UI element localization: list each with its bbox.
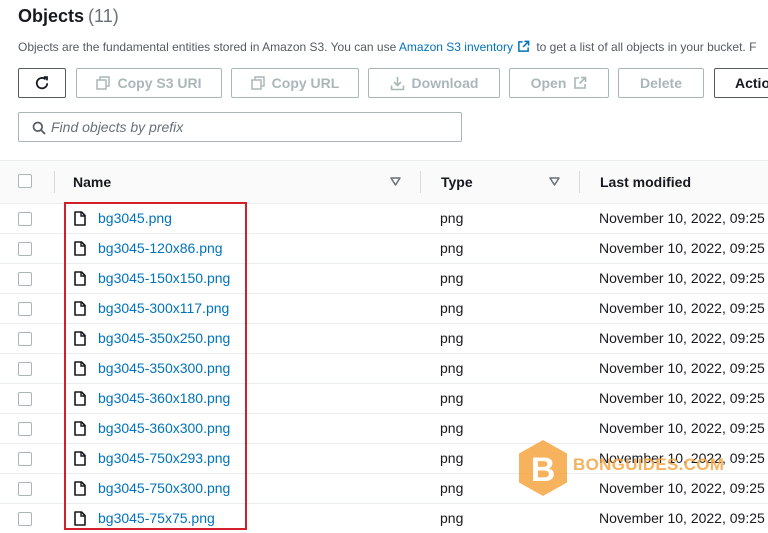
s3-inventory-link[interactable]: Amazon S3 inventory (399, 40, 513, 54)
objects-toolbar: Copy S3 URI Copy URL Download Open Delet… (18, 68, 768, 98)
open-label: Open (530, 75, 567, 91)
sort-caret-icon[interactable] (549, 177, 560, 186)
row-checkbox[interactable] (18, 272, 32, 286)
object-type: png (440, 390, 464, 406)
column-divider (54, 171, 55, 193)
copy-s3-uri-button[interactable]: Copy S3 URI (76, 68, 222, 98)
object-last-modified: November 10, 2022, 09:25 (599, 480, 765, 496)
refresh-icon (35, 76, 49, 90)
actions-label: Actio (735, 75, 768, 91)
object-type: png (440, 420, 464, 436)
copy-s3-uri-label: Copy S3 URI (117, 75, 202, 91)
logo-letter: B (531, 451, 556, 489)
object-last-modified: November 10, 2022, 09:25 (599, 270, 765, 286)
copy-icon (96, 76, 111, 90)
object-type: png (440, 480, 464, 496)
table-header: Name Type Last modified (0, 160, 768, 204)
row-checkbox[interactable] (18, 212, 32, 226)
object-last-modified: November 10, 2022, 09:25 (599, 390, 765, 406)
search-input[interactable] (51, 113, 451, 141)
description-text-end: to get a list of all objects in your buc… (532, 40, 757, 54)
copy-url-label: Copy URL (271, 75, 340, 91)
external-link-icon (574, 76, 587, 89)
search-icon (32, 121, 46, 135)
download-label: Download (411, 75, 479, 91)
object-type: png (440, 210, 464, 226)
delete-label: Delete (639, 75, 683, 91)
bonguides-logo-icon: B (519, 440, 567, 496)
download-icon (390, 76, 404, 90)
object-last-modified: November 10, 2022, 09:25 (599, 510, 765, 526)
objects-title: Objects (18, 6, 85, 26)
page-title: Objects (11) (18, 6, 119, 27)
external-link-icon[interactable] (517, 40, 530, 53)
object-type: png (440, 510, 464, 526)
objects-description: Objects are the fundamental entities sto… (18, 40, 756, 54)
highlight-box (64, 202, 247, 530)
object-type: png (440, 330, 464, 346)
sort-caret-icon[interactable] (390, 177, 401, 186)
open-button[interactable]: Open (509, 68, 609, 98)
delete-button[interactable]: Delete (618, 68, 704, 98)
row-checkbox[interactable] (18, 512, 32, 526)
refresh-button[interactable] (18, 68, 66, 98)
actions-button[interactable]: Actio (714, 68, 768, 98)
search-box (18, 112, 462, 142)
row-checkbox[interactable] (18, 452, 32, 466)
row-checkbox[interactable] (18, 422, 32, 436)
column-divider (420, 171, 421, 193)
object-type: png (440, 240, 464, 256)
object-last-modified: November 10, 2022, 09:25 (599, 240, 765, 256)
description-text: Objects are the fundamental entities sto… (18, 40, 399, 54)
row-checkbox[interactable] (18, 482, 32, 496)
object-last-modified: November 10, 2022, 09:25 (599, 300, 765, 316)
column-divider (579, 171, 580, 193)
object-last-modified: November 10, 2022, 09:25 (599, 210, 765, 226)
object-last-modified: November 10, 2022, 09:25 (599, 360, 765, 376)
object-type: png (440, 450, 464, 466)
object-type: png (440, 300, 464, 316)
copy-url-button[interactable]: Copy URL (231, 68, 359, 98)
select-all-checkbox[interactable] (18, 174, 32, 188)
object-last-modified: November 10, 2022, 09:25 (599, 330, 765, 346)
column-header-last-modified[interactable]: Last modified (600, 174, 691, 190)
object-type: png (440, 270, 464, 286)
row-checkbox[interactable] (18, 242, 32, 256)
row-checkbox[interactable] (18, 302, 32, 316)
row-checkbox[interactable] (18, 362, 32, 376)
object-type: png (440, 360, 464, 376)
row-checkbox[interactable] (18, 332, 32, 346)
object-last-modified: November 10, 2022, 09:25 (599, 420, 765, 436)
row-checkbox[interactable] (18, 392, 32, 406)
column-header-name[interactable]: Name (73, 174, 111, 190)
download-button[interactable]: Download (368, 68, 500, 98)
copy-icon (250, 76, 265, 90)
objects-count: (11) (88, 6, 119, 26)
column-header-type[interactable]: Type (441, 174, 473, 190)
watermark-text: BONGUIDES.COM (573, 455, 725, 474)
